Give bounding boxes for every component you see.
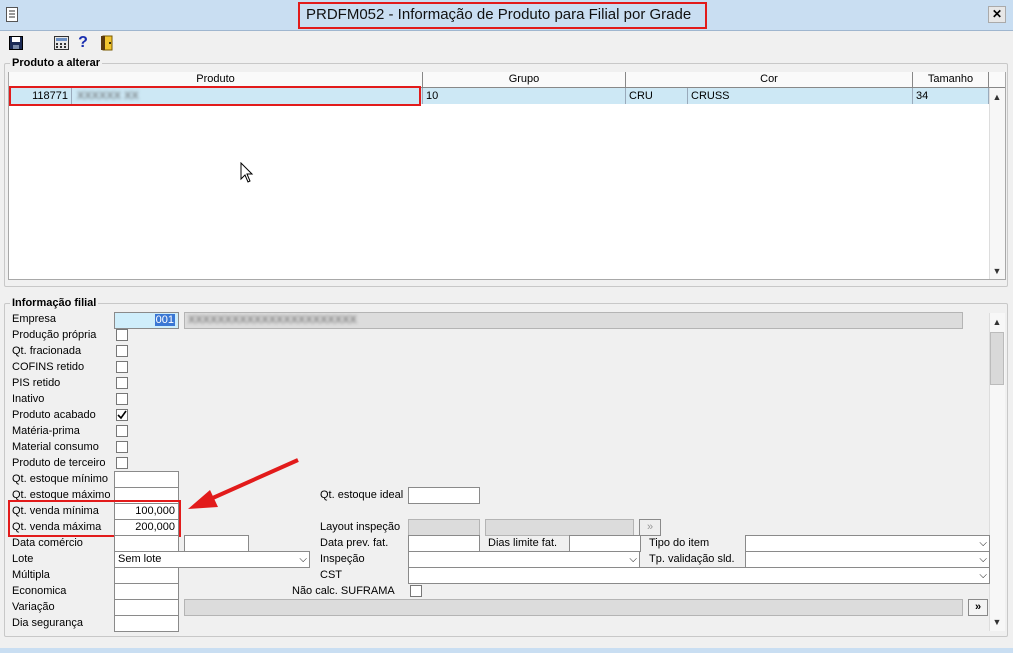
- product-row-highlight: [9, 86, 421, 106]
- data-comercio-input-2[interactable]: [184, 535, 249, 552]
- data-prev-fat-input[interactable]: [408, 535, 480, 552]
- close-button[interactable]: ✕: [988, 6, 1006, 23]
- window-bottom-border: [0, 648, 1013, 653]
- label-lote: Lote: [12, 553, 34, 565]
- qt-estoque-minimo-input[interactable]: [114, 471, 179, 488]
- label-data-prev-fat: Data prev. fat.: [320, 537, 389, 549]
- checkmark-icon: [117, 410, 127, 420]
- calculator-icon[interactable]: [52, 34, 70, 52]
- empresa-name-value: XXXXXXXXXXXXXXXXXXXXXXX: [188, 314, 357, 326]
- cofins-retido-checkbox[interactable]: [116, 361, 128, 373]
- info-scroll-up-icon[interactable]: ▲: [990, 315, 1004, 329]
- label-layout-inspecao: Layout inspeção: [320, 521, 401, 533]
- info-scroll-thumb[interactable]: [990, 332, 1004, 385]
- chevron-down-icon: ⌵: [299, 554, 307, 565]
- chevron-down-icon: ⌵: [979, 554, 987, 565]
- layout-inspecao-button[interactable]: »: [639, 519, 661, 536]
- col-header-grupo[interactable]: Grupo: [423, 72, 626, 88]
- economica-input[interactable]: [114, 583, 179, 600]
- header-filler: [989, 72, 1005, 88]
- producao-propria-checkbox[interactable]: [116, 329, 128, 341]
- annotation-arrow-icon: [180, 455, 305, 518]
- mouse-cursor-icon: [240, 161, 254, 187]
- dia-seguranca-input[interactable]: [114, 615, 179, 632]
- nao-calc-suframa-checkbox[interactable]: [410, 585, 422, 597]
- label-produto-acabado: Produto acabado: [12, 409, 96, 421]
- label-economica: Economica: [12, 585, 67, 597]
- produto-acabado-checkbox[interactable]: [116, 409, 128, 421]
- cst-select[interactable]: ⌵: [408, 567, 990, 584]
- label-produto-terceiro: Produto de terceiro: [12, 457, 106, 469]
- lote-select[interactable]: Sem lote ⌵: [114, 551, 310, 568]
- label-cofins-retido: COFINS retido: [12, 361, 85, 373]
- qt-fracionada-checkbox[interactable]: [116, 345, 128, 357]
- label-data-comercio: Data comércio: [12, 537, 83, 549]
- label-tipo-item: Tipo do item: [649, 537, 710, 549]
- material-consumo-checkbox[interactable]: [116, 441, 128, 453]
- info-scroll-down-icon[interactable]: ▼: [990, 615, 1004, 629]
- chevron-down-icon: ⌵: [629, 554, 637, 565]
- label-inspecao: Inspeção: [320, 553, 365, 565]
- label-pis-retido: PIS retido: [12, 377, 61, 389]
- chevron-down-icon: ⌵: [979, 538, 987, 549]
- label-material-consumo: Material consumo: [12, 441, 99, 453]
- scroll-up-icon[interactable]: ▲: [990, 90, 1004, 104]
- save-icon[interactable]: [7, 34, 25, 52]
- label-producao-propria: Produção própria: [12, 329, 97, 341]
- scroll-down-icon[interactable]: ▼: [990, 264, 1004, 278]
- label-nao-calc-suframa: Não calc. SUFRAMA: [292, 585, 395, 597]
- empresa-code-value: 001: [154, 314, 175, 326]
- empresa-code-input[interactable]: 001: [114, 312, 179, 329]
- pis-retido-checkbox[interactable]: [116, 377, 128, 389]
- multipla-input[interactable]: [114, 567, 179, 584]
- window-title: PRDFM052 - Informação de Produto para Fi…: [306, 6, 692, 23]
- tipo-item-select[interactable]: ⌵: [745, 535, 990, 552]
- chevron-down-icon: ⌵: [979, 570, 987, 581]
- tp-validacao-sld-select[interactable]: ⌵: [745, 551, 990, 568]
- toolbar: [0, 31, 1013, 55]
- info-group-label: Informação filial: [10, 297, 99, 309]
- venda-highlight: [8, 500, 181, 537]
- variacao-input[interactable]: [114, 599, 179, 616]
- cell-tamanho[interactable]: 34: [913, 88, 989, 104]
- inativo-checkbox[interactable]: [116, 393, 128, 405]
- lote-value: Sem lote: [118, 553, 162, 565]
- produto-terceiro-checkbox[interactable]: [116, 457, 128, 469]
- label-qt-fracionada: Qt. fracionada: [12, 345, 82, 357]
- label-variacao: Variação: [12, 601, 55, 613]
- empresa-name-input: XXXXXXXXXXXXXXXXXXXXXXX: [184, 312, 963, 329]
- cell-grupo[interactable]: 10: [423, 88, 626, 104]
- label-qt-estoque-ideal: Qt. estoque ideal: [320, 489, 404, 501]
- label-dia-seguranca: Dia segurança: [12, 617, 83, 629]
- col-header-cor[interactable]: Cor: [626, 72, 913, 88]
- product-group-label: Produto a alterar: [10, 57, 103, 69]
- layout-inspecao-code: [408, 519, 480, 536]
- inspecao-select[interactable]: ⌵: [408, 551, 640, 568]
- label-materia-prima: Matéria-prima: [12, 425, 80, 437]
- exit-door-icon[interactable]: [98, 34, 116, 52]
- label-dias-limite-fat: Dias limite fat.: [488, 537, 558, 549]
- label-tp-validacao-sld: Tp. validação sld.: [649, 553, 735, 565]
- cell-cor-code[interactable]: CRU: [626, 88, 688, 104]
- layout-inspecao-desc: [485, 519, 634, 536]
- data-comercio-input[interactable]: [114, 535, 179, 552]
- col-header-tamanho[interactable]: Tamanho: [913, 72, 989, 88]
- label-cst: CST: [320, 569, 342, 581]
- label-qt-estoque-minimo: Qt. estoque mínimo: [12, 473, 108, 485]
- label-inativo: Inativo: [12, 393, 45, 405]
- dias-limite-fat-input[interactable]: [569, 535, 641, 552]
- expand-button[interactable]: »: [968, 599, 988, 616]
- cell-cor-name[interactable]: CRUSS: [688, 88, 913, 104]
- label-empresa: Empresa: [12, 313, 57, 325]
- label-multipla: Múltipla: [12, 569, 50, 581]
- materia-prima-checkbox[interactable]: [116, 425, 128, 437]
- product-grid-scrollbar[interactable]: [989, 88, 1005, 279]
- help-icon[interactable]: ?: [74, 34, 92, 52]
- qt-estoque-ideal-input[interactable]: [408, 487, 480, 504]
- variacao-description: [184, 599, 963, 616]
- app-icon[interactable]: [6, 7, 18, 22]
